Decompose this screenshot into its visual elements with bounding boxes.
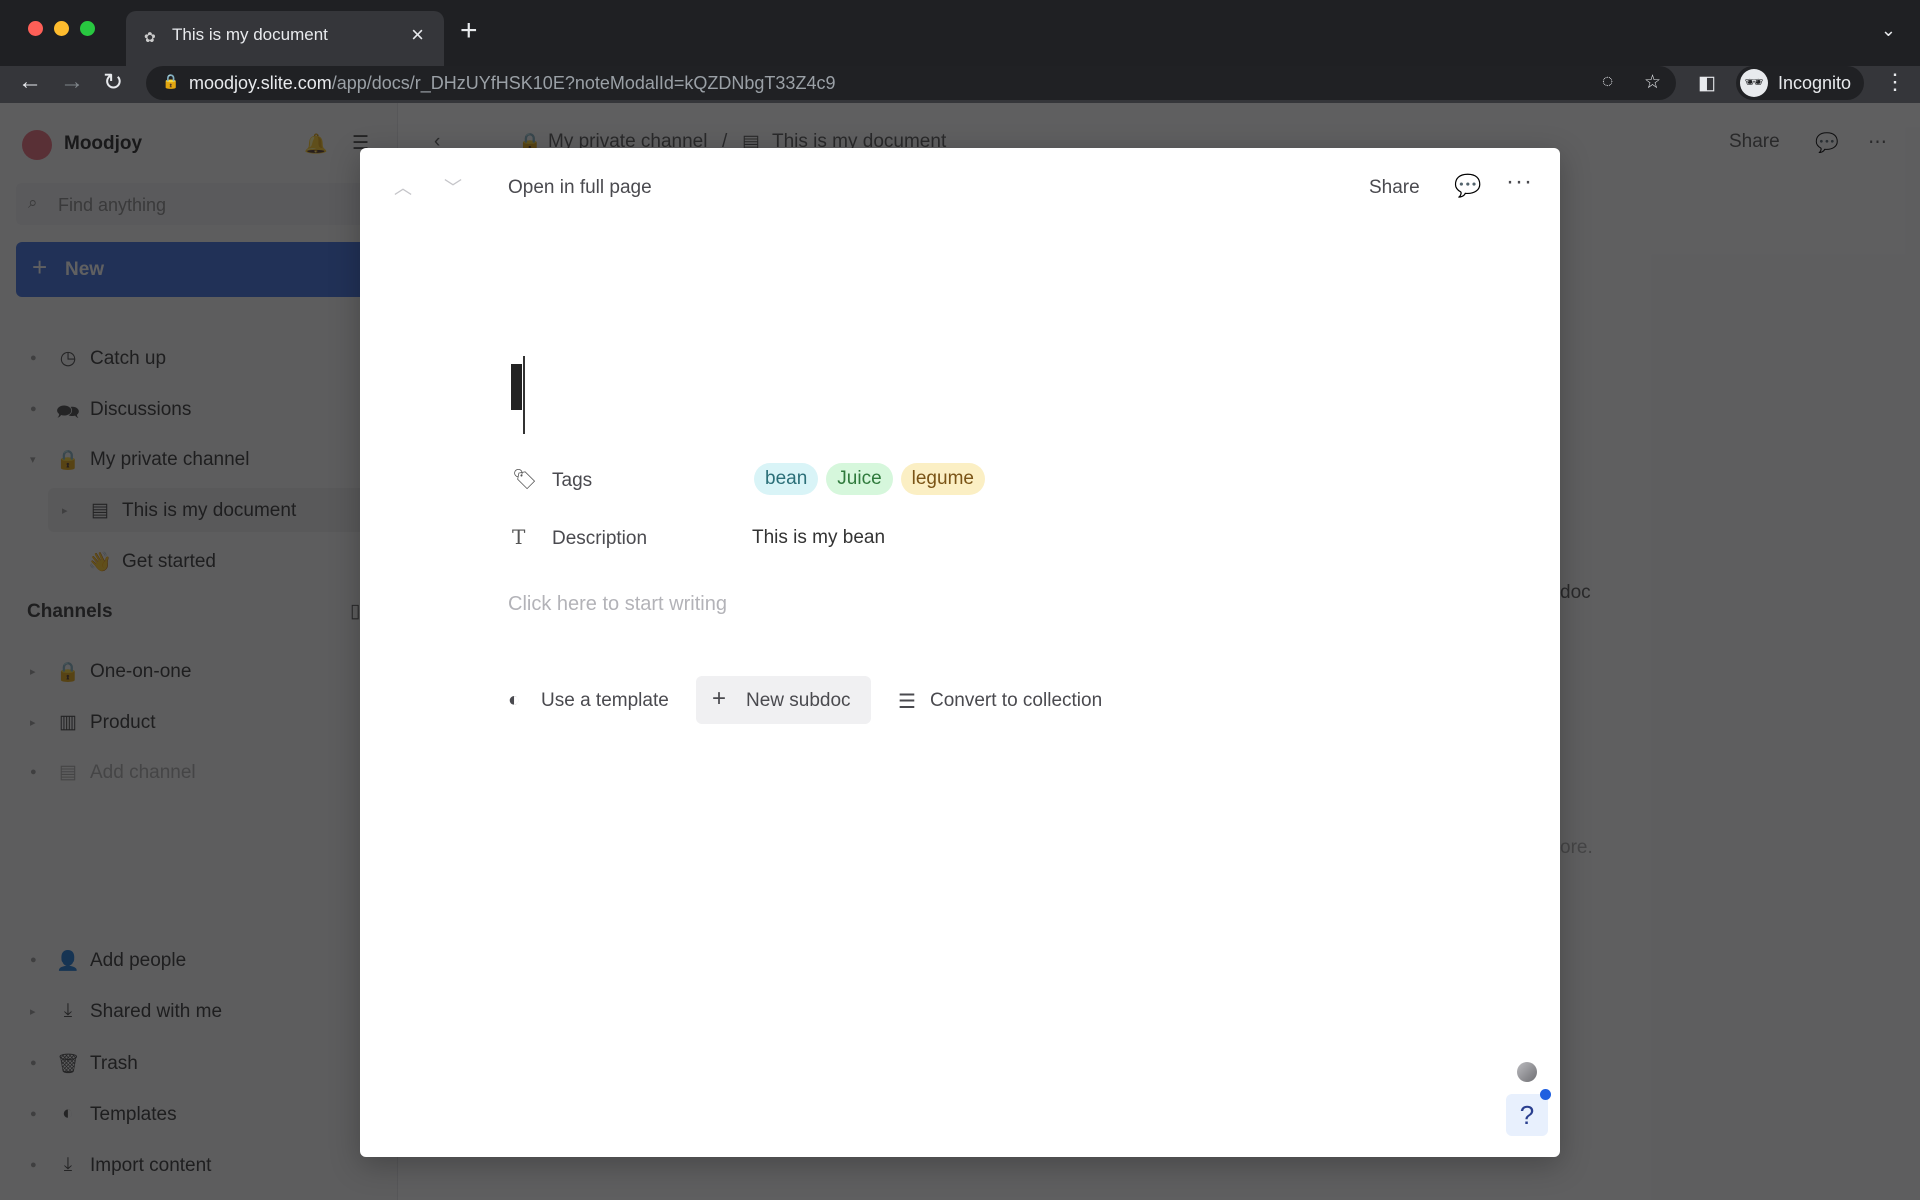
window-zoom-button[interactable] (80, 21, 95, 36)
browser-toolbar: ← → ↻ 🔒 moodjoy.slite.com/app/docs/r_DHz… (0, 66, 1920, 103)
window-minimize-button[interactable] (54, 21, 69, 36)
tag-icon: 🏷 (512, 469, 538, 491)
browser-menu-icon[interactable]: ⋮ (1884, 69, 1906, 95)
use-template-button[interactable]: ◐ Use a template (508, 676, 669, 724)
text-cursor (523, 356, 525, 434)
tag-list[interactable]: bean Juice legume (754, 463, 985, 495)
text-type-icon: T (512, 525, 526, 549)
eye-off-icon[interactable]: ◌ (1602, 71, 1613, 93)
incognito-profile-button[interactable]: 🕶 Incognito (1736, 66, 1864, 100)
collection-icon: ☰ (898, 691, 916, 713)
description-label: Description (552, 528, 648, 549)
browser-tab-active[interactable]: ✿ This is my document × (126, 11, 444, 66)
url-text: moodjoy.slite.com/app/docs/r_DHzUYfHSK10… (189, 73, 836, 93)
more-options-icon[interactable]: ··· (1506, 168, 1533, 196)
tags-label: Tags (552, 470, 593, 491)
editor-body-placeholder[interactable]: Click here to start writing (508, 593, 727, 616)
empty-doc-actions: ◐ Use a template + New subdoc ☰ Convert … (508, 676, 1208, 724)
comment-icon[interactable]: 💬 (1454, 173, 1481, 199)
tab-search-chevron-icon[interactable]: ⌄ (1881, 20, 1896, 41)
title-input-cursor[interactable] (511, 364, 522, 410)
tag-chip[interactable]: legume (900, 463, 985, 495)
side-panel-icon[interactable]: ◧ (1698, 72, 1716, 95)
tab-close-icon[interactable]: × (411, 22, 424, 48)
convert-to-collection-button[interactable]: ☰ Convert to collection (898, 676, 1118, 724)
action-label: New subdoc (746, 690, 851, 711)
description-value[interactable]: This is my bean (752, 527, 885, 549)
share-button[interactable]: Share (1369, 177, 1420, 199)
document-modal: ︿ ﹀ Open in full page Share 💬 ··· 🏷 Tags… (360, 148, 1560, 1157)
action-label: Use a template (541, 690, 669, 711)
new-tab-button[interactable]: + (460, 16, 478, 46)
window-close-button[interactable] (28, 21, 43, 36)
action-label: Convert to collection (930, 690, 1103, 711)
next-doc-chevron-down-icon[interactable]: ﹀ (444, 174, 462, 200)
open-in-full-page-button[interactable]: Open in full page (508, 177, 652, 199)
incognito-icon: 🕶 (1740, 69, 1768, 97)
star-icon[interactable]: ☆ (1644, 71, 1661, 94)
previous-doc-chevron-up-icon[interactable]: ︿ (394, 174, 412, 200)
forward-arrow-icon[interactable]: → (60, 68, 84, 96)
plus-icon: + (712, 685, 727, 712)
property-description: T Description This is my bean (508, 517, 1408, 557)
lock-icon: 🔒 (162, 73, 180, 89)
profile-label: Incognito (1778, 73, 1852, 93)
presence-indicator-icon (1517, 1062, 1537, 1082)
tag-chip[interactable]: bean (754, 463, 819, 495)
new-subdoc-button[interactable]: + New subdoc (696, 676, 871, 724)
property-tags: 🏷 Tags bean Juice legume (508, 459, 1408, 499)
notification-dot (1540, 1089, 1551, 1100)
help-button[interactable]: ? (1506, 1094, 1548, 1136)
reload-icon[interactable]: ↻ (103, 68, 123, 97)
back-arrow-icon[interactable]: ← (18, 68, 42, 96)
tag-chip[interactable]: Juice (826, 463, 893, 495)
tab-title: This is my document (172, 25, 328, 44)
address-bar[interactable]: 🔒 moodjoy.slite.com/app/docs/r_DHzUYfHSK… (146, 66, 1676, 100)
template-icon: ◐ (508, 689, 521, 711)
slite-favicon-icon: ✿ (144, 29, 156, 45)
browser-tab-strip: ✿ This is my document × + ⌄ (0, 0, 1920, 66)
